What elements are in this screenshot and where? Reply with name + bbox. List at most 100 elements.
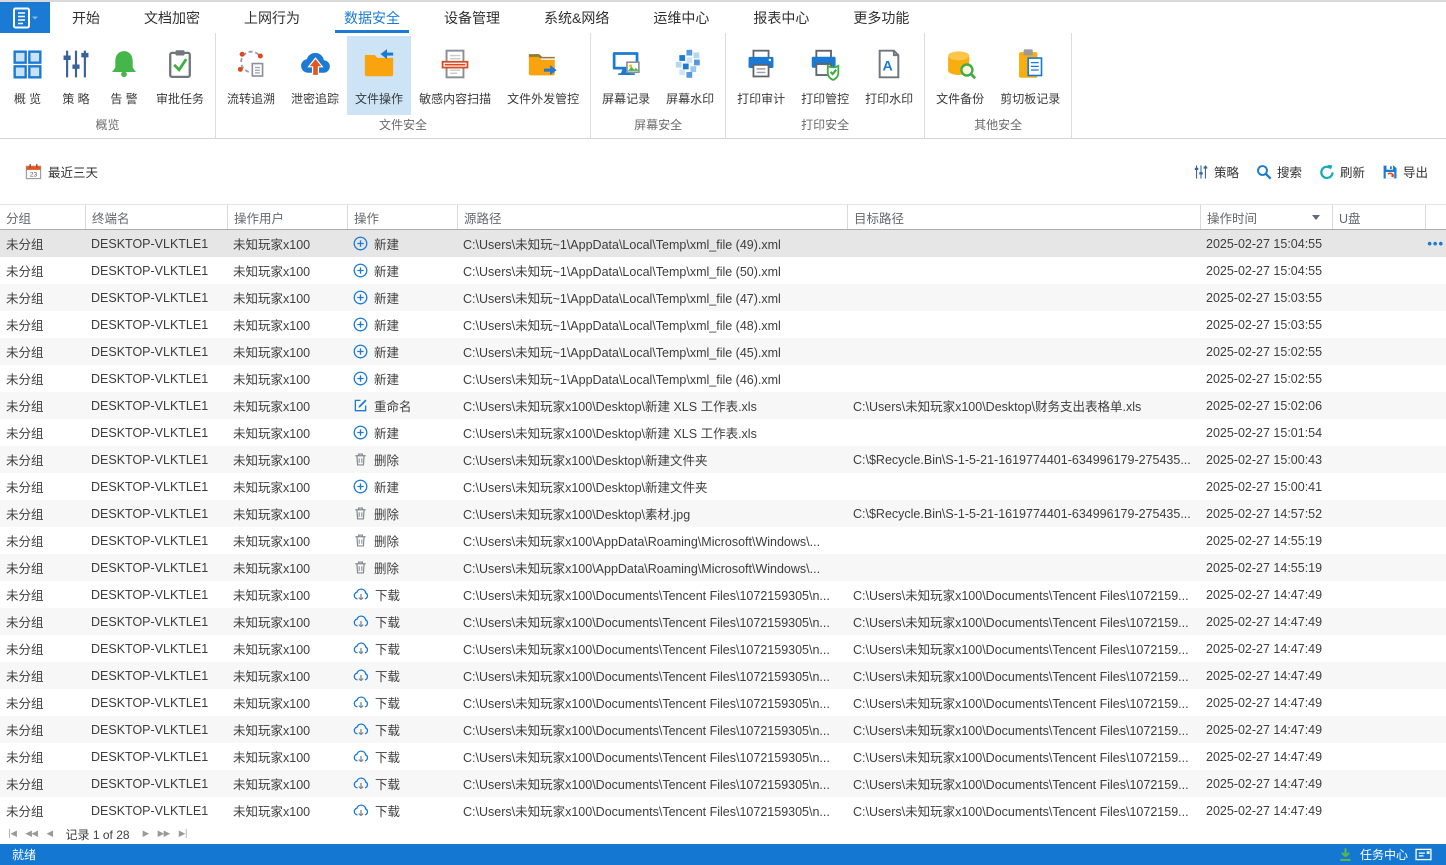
ribbon-item-print-control[interactable]: 打印管控: [793, 36, 857, 115]
pager-prev-button[interactable]: ◀: [46, 829, 52, 839]
ribbon-group-print-security: 打印审计打印管控A打印水印打印安全: [726, 33, 925, 138]
ribbon-item-file-outgoing[interactable]: 文件外发管控: [499, 36, 587, 115]
message-console-icon[interactable]: [1415, 848, 1432, 861]
cell-filler: [1425, 257, 1446, 284]
ribbon-item-file-operation[interactable]: 文件操作: [347, 36, 411, 115]
tab-system-network[interactable]: 系统&网络: [522, 2, 631, 33]
cell-source: C:\Users\未知玩家x100\Documents\Tencent File…: [457, 689, 847, 716]
table-row[interactable]: 未分组DESKTOP-VLKTLE1未知玩家x100删除C:\Users\未知玩…: [0, 554, 1446, 581]
toolbar-search-button[interactable]: 搜索: [1256, 162, 1302, 181]
tab-doc-encryption[interactable]: 文档加密: [122, 2, 222, 33]
table-row[interactable]: 未分组DESKTOP-VLKTLE1未知玩家x100下载C:\Users\未知玩…: [0, 743, 1446, 770]
table-row[interactable]: 未分组DESKTOP-VLKTLE1未知玩家x100删除C:\Users\未知玩…: [0, 527, 1446, 554]
app-menu-icon: [10, 6, 40, 30]
row-actions-ellipsis[interactable]: •••: [1427, 237, 1444, 250]
ribbon-item-screen-watermark[interactable]: 屏幕水印: [658, 36, 722, 115]
cell-group: 未分组: [0, 797, 85, 824]
toolbar-policy-label: 策略: [1214, 162, 1239, 181]
column-header-target[interactable]: 目标路径: [847, 205, 1200, 229]
toolbar-policy-button[interactable]: 策略: [1193, 162, 1239, 181]
cell-usb: [1332, 635, 1425, 662]
ribbon-group-label: 屏幕安全: [594, 115, 722, 138]
cell-user: 未知玩家x100: [227, 662, 347, 689]
pager-prev-page-button[interactable]: ◀◀: [25, 829, 37, 839]
cell-op: 重命名: [347, 392, 457, 419]
ribbon-item-print-audit[interactable]: 打印审计: [729, 36, 793, 115]
calendar-icon: 23: [25, 163, 42, 180]
table-row[interactable]: 未分组DESKTOP-VLKTLE1未知玩家x100新建C:\Users\未知玩…: [0, 230, 1446, 257]
column-header-user[interactable]: 操作用户: [227, 205, 347, 229]
cell-group: 未分组: [0, 770, 85, 797]
cell-group: 未分组: [0, 527, 85, 554]
table-row[interactable]: 未分组DESKTOP-VLKTLE1未知玩家x100新建C:\Users\未知玩…: [0, 473, 1446, 500]
table-row[interactable]: 未分组DESKTOP-VLKTLE1未知玩家x100删除C:\Users\未知玩…: [0, 500, 1446, 527]
ribbon-item-label: 概 览: [14, 90, 41, 107]
column-header-op[interactable]: 操作: [347, 205, 457, 229]
table-row[interactable]: 未分组DESKTOP-VLKTLE1未知玩家x100重命名C:\Users\未知…: [0, 392, 1446, 419]
app-menu-button[interactable]: [0, 2, 50, 33]
ribbon-item-flow-trace[interactable]: 流转追溯: [219, 36, 283, 115]
column-header-group[interactable]: 分组: [0, 205, 85, 229]
ribbon-item-clipboard-record[interactable]: 剪切板记录: [992, 36, 1068, 115]
cell-source: C:\Users\未知玩家x100\Documents\Tencent File…: [457, 770, 847, 797]
table-row[interactable]: 未分组DESKTOP-VLKTLE1未知玩家x100新建C:\Users\未知玩…: [0, 419, 1446, 446]
date-range-filter-button[interactable]: 23 最近三天: [25, 162, 98, 181]
table-row[interactable]: 未分组DESKTOP-VLKTLE1未知玩家x100下载C:\Users\未知玩…: [0, 581, 1446, 608]
delete-trash-icon: [353, 452, 368, 467]
cell-target: [847, 554, 1200, 581]
ribbon-item-sensitive-scan[interactable]: 敏感内容扫描: [411, 36, 499, 115]
pager-next-page-button[interactable]: ▶▶: [158, 829, 170, 839]
table-row[interactable]: 未分组DESKTOP-VLKTLE1未知玩家x100下载C:\Users\未知玩…: [0, 716, 1446, 743]
ribbon-item-overview[interactable]: 概 览: [3, 36, 52, 115]
ribbon-group-overview: 概 览策 略告 警审批任务概览: [0, 33, 216, 138]
table-row[interactable]: 未分组DESKTOP-VLKTLE1未知玩家x100新建C:\Users\未知玩…: [0, 257, 1446, 284]
table-row[interactable]: 未分组DESKTOP-VLKTLE1未知玩家x100新建C:\Users\未知玩…: [0, 284, 1446, 311]
cell-terminal: DESKTOP-VLKTLE1: [85, 635, 227, 662]
cell-filler: [1425, 500, 1446, 527]
tab-report-center[interactable]: 报表中心: [731, 2, 831, 33]
table-row[interactable]: 未分组DESKTOP-VLKTLE1未知玩家x100下载C:\Users\未知玩…: [0, 797, 1446, 824]
column-header-time[interactable]: 操作时间: [1200, 205, 1332, 229]
toolbar-export-button[interactable]: 导出: [1382, 162, 1428, 181]
column-header-usb[interactable]: U盘: [1332, 205, 1425, 229]
rename-edit-icon: [353, 398, 368, 413]
cell-group: 未分组: [0, 743, 85, 770]
tab-more-features[interactable]: 更多功能: [831, 2, 931, 33]
table-row[interactable]: 未分组DESKTOP-VLKTLE1未知玩家x100下载C:\Users\未知玩…: [0, 689, 1446, 716]
table-row[interactable]: 未分组DESKTOP-VLKTLE1未知玩家x100新建C:\Users\未知玩…: [0, 311, 1446, 338]
ribbon-item-policy[interactable]: 策 略: [52, 36, 100, 115]
cell-filler: [1425, 419, 1446, 446]
ribbon-item-alert[interactable]: 告 警: [100, 36, 148, 115]
tab-start[interactable]: 开始: [50, 2, 122, 33]
task-center-button[interactable]: 任务中心: [1360, 846, 1408, 863]
tab-ops-center[interactable]: 运维中心: [631, 2, 731, 33]
operation-label: 新建: [374, 423, 399, 442]
table-row[interactable]: 未分组DESKTOP-VLKTLE1未知玩家x100删除C:\Users\未知玩…: [0, 446, 1446, 473]
operation-label: 下载: [375, 747, 400, 766]
tab-web-behavior[interactable]: 上网行为: [222, 2, 322, 33]
table-row[interactable]: 未分组DESKTOP-VLKTLE1未知玩家x100下载C:\Users\未知玩…: [0, 635, 1446, 662]
ribbon-item-file-backup[interactable]: 文件备份: [928, 36, 992, 115]
table-row[interactable]: 未分组DESKTOP-VLKTLE1未知玩家x100下载C:\Users\未知玩…: [0, 662, 1446, 689]
pager-first-button[interactable]: |◀: [8, 829, 16, 839]
ribbon-group-items: 打印审计打印管控A打印水印: [729, 33, 921, 115]
table-row[interactable]: 未分组DESKTOP-VLKTLE1未知玩家x100新建C:\Users\未知玩…: [0, 338, 1446, 365]
ribbon-item-print-watermark[interactable]: A打印水印: [857, 36, 921, 115]
column-header-label: 目标路径: [854, 208, 904, 227]
ribbon-item-leak-trace[interactable]: 泄密追踪: [283, 36, 347, 115]
table-row[interactable]: 未分组DESKTOP-VLKTLE1未知玩家x100下载C:\Users\未知玩…: [0, 770, 1446, 797]
table-row[interactable]: 未分组DESKTOP-VLKTLE1未知玩家x100下载C:\Users\未知玩…: [0, 608, 1446, 635]
cell-filler: [1425, 365, 1446, 392]
tab-data-security[interactable]: 数据安全: [322, 2, 422, 33]
cell-user: 未知玩家x100: [227, 230, 347, 257]
cell-user: 未知玩家x100: [227, 635, 347, 662]
toolbar-refresh-button[interactable]: 刷新: [1319, 162, 1365, 181]
table-row[interactable]: 未分组DESKTOP-VLKTLE1未知玩家x100新建C:\Users\未知玩…: [0, 365, 1446, 392]
ribbon-item-approval-tasks[interactable]: 审批任务: [148, 36, 212, 115]
pager-last-button[interactable]: ▶|: [179, 829, 187, 839]
tab-device-management[interactable]: 设备管理: [422, 2, 522, 33]
ribbon-item-screen-record[interactable]: 屏幕记录: [594, 36, 658, 115]
column-header-source[interactable]: 源路径: [457, 205, 847, 229]
column-header-terminal[interactable]: 终端名: [85, 205, 227, 229]
pager-next-button[interactable]: ▶: [143, 829, 149, 839]
